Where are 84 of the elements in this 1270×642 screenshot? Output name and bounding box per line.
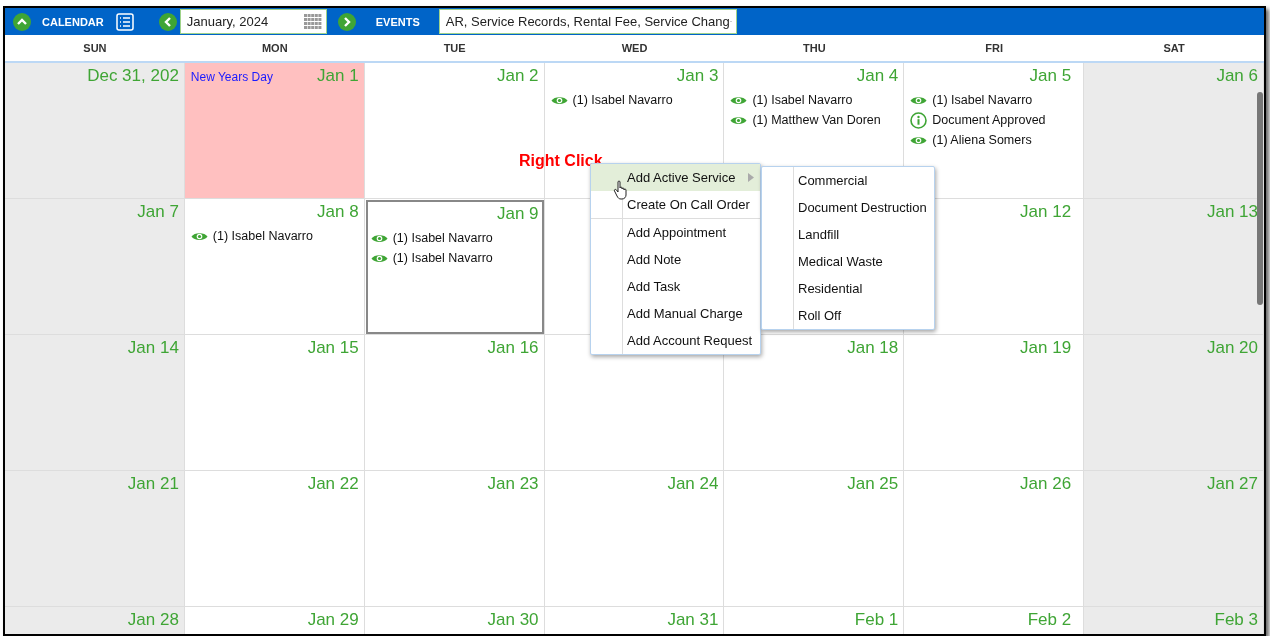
day-number: Jan 26 xyxy=(1020,474,1072,494)
menu-item[interactable]: Document Destruction xyxy=(762,194,934,221)
scrollbar-thumb[interactable] xyxy=(1257,92,1263,305)
info-icon xyxy=(910,111,928,129)
day-number: Jan 13 xyxy=(1206,202,1258,222)
weekday-header: SUN xyxy=(82,41,108,56)
events-filter-dropdown[interactable]: AR, Service Records, Rental Fee, Service Chang xyxy=(438,9,737,34)
events-label: EVENTS xyxy=(375,15,420,28)
eye-icon xyxy=(370,252,388,264)
day-number: Jan 14 xyxy=(127,338,179,358)
calendar-icon[interactable] xyxy=(303,13,322,30)
day-number: Jan 29 xyxy=(307,610,359,630)
event-entry[interactable]: (1) Isabel Navarro xyxy=(392,251,493,265)
menu-item[interactable]: Medical Waste xyxy=(762,248,934,275)
day-number: Jan 19 xyxy=(1020,338,1072,358)
event-entry[interactable]: (1) Isabel Navarro xyxy=(392,231,493,245)
day-number: Jan 21 xyxy=(127,474,179,494)
day-number: Jan 15 xyxy=(307,338,359,358)
day-number: Jan 4 xyxy=(856,66,899,86)
day-number: Jan 30 xyxy=(487,610,539,630)
weekday-header: WED xyxy=(620,41,649,56)
day-number: Jan 3 xyxy=(676,66,719,86)
list-icon[interactable] xyxy=(115,12,134,31)
day-number: Jan 2 xyxy=(496,66,539,86)
day-number: Jan 20 xyxy=(1206,338,1258,358)
previous-month-button[interactable] xyxy=(158,12,177,31)
event-entry[interactable]: (1) Matthew Van Doren xyxy=(752,113,881,127)
menu-item[interactable]: Residential xyxy=(762,275,934,302)
day-number: Jan 5 xyxy=(1029,66,1072,86)
day-number: Jan 25 xyxy=(847,474,899,494)
eye-icon xyxy=(910,94,928,106)
menu-item[interactable]: Add Manual Charge xyxy=(591,300,760,327)
day-cell[interactable]: Jan 9 (1) Isabel Navarro (1) Isabel Navarro xyxy=(364,199,545,335)
menu-item[interactable]: Add Task xyxy=(591,273,760,300)
holiday-label: New Years Day xyxy=(190,70,273,84)
day-number: Jan 16 xyxy=(487,338,539,358)
day-number: Feb 2 xyxy=(1027,610,1072,630)
day-number: Jan 12 xyxy=(1020,202,1072,222)
collapse-button[interactable] xyxy=(13,12,31,31)
day-number: Jan 23 xyxy=(487,474,539,494)
menu-item[interactable]: Roll Off xyxy=(762,302,934,329)
weekday-header: TUE xyxy=(442,41,467,56)
weekday-header: THU xyxy=(802,41,827,56)
event-entry[interactable]: (1) Isabel Navarro xyxy=(212,229,313,243)
menu-item[interactable]: Commercial xyxy=(762,167,934,194)
month-field[interactable]: January, 2024 xyxy=(179,9,327,34)
day-number: Jan 28 xyxy=(127,610,179,630)
next-month-button[interactable] xyxy=(337,12,356,31)
eye-icon xyxy=(730,94,748,106)
calendar-title: CALENDAR xyxy=(42,15,104,28)
weekday-header: MON xyxy=(260,41,289,56)
day-number: Jan 22 xyxy=(307,474,359,494)
day-number: Jan 8 xyxy=(317,202,359,222)
eye-icon xyxy=(370,232,388,244)
menu-item[interactable]: Add Note xyxy=(591,246,760,273)
day-number: Jan 18 xyxy=(847,338,899,358)
eye-icon xyxy=(190,230,208,242)
day-number: Dec 31, 202 xyxy=(87,66,179,86)
day-number: Jan 6 xyxy=(1216,66,1258,86)
day-number: Jan 27 xyxy=(1206,474,1258,494)
eye-icon xyxy=(550,94,568,106)
eye-icon xyxy=(910,134,928,146)
menu-item[interactable]: Add Account Request xyxy=(591,327,760,354)
submenu-arrow-icon xyxy=(748,173,754,182)
menu-item[interactable]: Add Active Service xyxy=(591,164,760,191)
menu-item[interactable]: Create On Call Order xyxy=(591,191,760,218)
day-number: Jan 24 xyxy=(667,474,719,494)
weekday-header: FRI xyxy=(984,41,1005,56)
event-entry[interactable]: Document Approved xyxy=(932,113,1046,127)
day-number: Jan 31 xyxy=(667,610,719,630)
weekday-header: SAT xyxy=(1162,41,1186,56)
menu-item[interactable]: Landfill xyxy=(762,221,934,248)
event-entry[interactable]: (1) Isabel Navarro xyxy=(752,93,853,107)
event-entry[interactable]: (1) Isabel Navarro xyxy=(572,93,673,107)
day-number: Feb 1 xyxy=(854,610,899,630)
day-number: Jan 7 xyxy=(137,202,179,222)
eye-icon xyxy=(730,114,748,126)
day-number: Jan 9 xyxy=(496,204,539,224)
menu-item[interactable]: Add Appointment xyxy=(591,219,760,246)
event-entry[interactable]: (1) Aliena Somers xyxy=(932,133,1032,147)
day-cell[interactable]: New Years Day Jan 1 xyxy=(184,63,365,199)
event-entry[interactable]: (1) Isabel Navarro xyxy=(932,93,1033,107)
day-number: Jan 1 xyxy=(317,66,359,86)
day-number: Feb 3 xyxy=(1214,610,1258,630)
